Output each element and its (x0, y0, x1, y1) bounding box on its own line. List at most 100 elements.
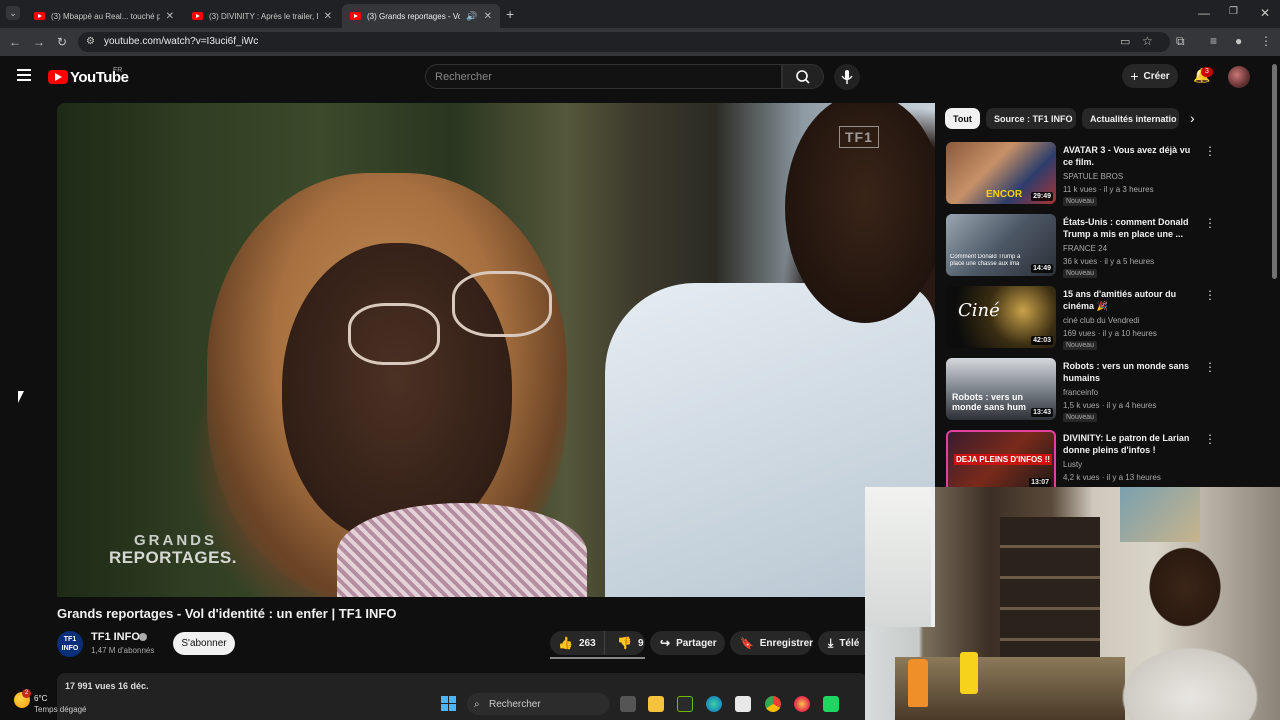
recommendation-title[interactable]: États-Unis : comment Donald Trump a mis … (1063, 216, 1193, 240)
new-badge: Nouveau (1063, 413, 1098, 422)
video-thumbnail[interactable]: Robots : vers un monde sans hum 13:43 (946, 358, 1056, 420)
tab-search-icon[interactable]: ⌄ (6, 6, 20, 20)
dislike-button[interactable]: 👎 9 (611, 636, 644, 650)
weather-temperature[interactable]: 6°C (34, 694, 47, 703)
recommendation-item[interactable]: Comment Donald Trump a place une chasse … (946, 214, 1226, 278)
youtube-logo-icon[interactable] (48, 70, 68, 84)
share-arrow-icon: ↪ (660, 636, 671, 650)
channel-name[interactable]: TF1 INFO (91, 631, 140, 643)
back-icon[interactable]: ← (9, 35, 21, 49)
search-button[interactable] (782, 64, 824, 89)
like-ratio-bar (550, 657, 645, 659)
chip-source-tf1[interactable]: Source : TF1 INFO (986, 108, 1076, 129)
youtube-favicon-icon (350, 12, 361, 20)
chip-all[interactable]: Tout (945, 108, 980, 129)
duration-badge: 14:49 (1031, 264, 1053, 273)
restore-icon[interactable]: ❐ (1229, 6, 1238, 17)
recommendation-title[interactable]: DIVINITY: Le patron de Larian donne plei… (1063, 432, 1193, 456)
video-thumbnail[interactable]: Comment Donald Trump a place une chasse … (946, 214, 1056, 276)
recommendation-channel[interactable]: Lusty (1063, 460, 1082, 469)
chip-international-news[interactable]: Actualités internatio (1082, 108, 1179, 129)
create-button[interactable]: + Créer (1122, 64, 1178, 88)
chevron-right-icon[interactable]: › (1190, 110, 1195, 126)
recommendation-title[interactable]: Robots : vers un monde sans humains (1063, 360, 1193, 384)
hamburger-menu-icon[interactable] (17, 69, 31, 81)
video-thumbnail[interactable]: Ciné 42:03 (946, 286, 1056, 348)
bookmark-icon: 🔖 (740, 637, 754, 650)
speaker-icon[interactable]: 🔊 (466, 11, 477, 22)
webcam-window (865, 487, 935, 627)
recommendation-channel[interactable]: ciné club du Vendredi (1063, 316, 1140, 325)
new-tab-icon[interactable]: + (506, 6, 514, 22)
tab-divinity[interactable]: (3) DIVINITY : Après le trailer, L ✕ (184, 4, 340, 28)
recommendation-item[interactable]: DEJA PLEINS D'INFOS !! 13:07 DIVINITY: L… (946, 430, 1226, 494)
page-scrollbar[interactable] (1272, 64, 1277, 279)
store-icon[interactable] (735, 696, 751, 712)
recommendation-channel[interactable]: SPATULE BROS (1063, 172, 1123, 181)
nvidia-icon[interactable] (677, 696, 693, 712)
more-options-icon[interactable]: ⋮ (1204, 432, 1216, 446)
bookmark-star-icon[interactable]: ☆ (1142, 34, 1153, 48)
recommendation-meta: 36 k vues · il y a 5 heures (1063, 257, 1155, 266)
video-thumbnail[interactable]: DEJA PLEINS D'INFOS !! 13:07 (946, 430, 1056, 492)
video-player[interactable]: TF1 GRANDS REPORTAGES. (57, 103, 935, 597)
cast-icon[interactable]: ▭ (1120, 35, 1130, 48)
file-explorer-icon[interactable] (648, 696, 664, 712)
menu-kebab-icon[interactable]: ⋮ (1260, 34, 1272, 48)
tab-grands-reportages[interactable]: (3) Grands reportages - Vol 🔊 ✕ (342, 4, 500, 28)
windows-start-icon[interactable] (441, 696, 456, 711)
site-info-icon[interactable]: ⚙ (86, 36, 95, 47)
video-thumbnail[interactable]: ENCOR 29:49 (946, 142, 1056, 204)
edge-icon[interactable] (706, 696, 722, 712)
webcam-overlay (865, 487, 1280, 720)
more-options-icon[interactable]: ⋮ (1204, 288, 1216, 302)
minimize-icon[interactable]: — (1198, 6, 1210, 20)
subscribe-button[interactable]: S'abonner (173, 632, 235, 655)
more-options-icon[interactable]: ⋮ (1204, 144, 1216, 158)
forward-icon[interactable]: → (33, 35, 45, 49)
extensions-icon[interactable]: ⧉ (1176, 34, 1185, 49)
mouse-cursor-icon (18, 391, 24, 403)
webcam-person (1090, 547, 1280, 720)
webcam-bottle (908, 659, 928, 707)
profile-icon[interactable]: ● (1235, 34, 1242, 48)
voice-search-button[interactable] (834, 64, 860, 90)
more-options-icon[interactable]: ⋮ (1204, 216, 1216, 230)
chrome-icon[interactable] (765, 696, 781, 712)
weather-description[interactable]: Temps dégagé (34, 705, 86, 714)
close-icon[interactable]: ✕ (166, 11, 174, 22)
save-button[interactable]: 🔖 Enregistrer (730, 631, 813, 655)
taskbar-search[interactable]: ⌕ Rechercher (467, 693, 610, 715)
recommendation-channel[interactable]: FRANCE 24 (1063, 244, 1107, 253)
firefox-icon[interactable] (794, 696, 810, 712)
more-options-icon[interactable]: ⋮ (1204, 360, 1216, 374)
avatar[interactable] (1228, 66, 1250, 88)
tab-mbappe[interactable]: (3) Mbappé au Real... touché p ✕ (26, 4, 182, 28)
search-icon (796, 70, 810, 84)
recommendation-channel[interactable]: franceinfo (1063, 388, 1098, 397)
close-icon[interactable]: ✕ (484, 11, 492, 22)
youtube-favicon-icon (34, 12, 45, 20)
recommendation-item[interactable]: Robots : vers un monde sans hum 13:43 Ro… (946, 358, 1226, 422)
share-button[interactable]: ↪ Partager (650, 631, 725, 655)
show-watermark-line1: GRANDS (134, 532, 218, 549)
webcam-shelf (1000, 517, 1100, 677)
close-window-icon[interactable]: ✕ (1260, 6, 1270, 20)
close-icon[interactable]: ✕ (324, 11, 332, 22)
task-view-icon[interactable] (620, 696, 636, 712)
notification-count-badge: 3 (1201, 67, 1213, 77)
recommendation-item[interactable]: Ciné 42:03 15 ans d'amitiés autour du ci… (946, 286, 1226, 350)
recommendation-title[interactable]: 15 ans d'amitiés autour du cinéma 🎉 (1063, 288, 1193, 312)
search-input[interactable] (425, 64, 782, 89)
channel-logo[interactable]: TF1 INFO (57, 631, 83, 657)
media-icon[interactable]: ≡ (1210, 34, 1217, 48)
recommendation-meta: 4,2 k vues · il y a 13 heures (1063, 473, 1161, 482)
video-frame-glasses (452, 271, 552, 337)
recommendation-title[interactable]: AVATAR 3 - Vous avez déjà vu ce film. (1063, 144, 1193, 168)
reload-icon[interactable]: ↻ (57, 35, 67, 49)
url-text[interactable]: youtube.com/watch?v=I3uci6f_iWc (104, 36, 258, 47)
app-icon[interactable] (823, 696, 839, 712)
recommendation-item[interactable]: ENCOR 29:49 AVATAR 3 - Vous avez déjà vu… (946, 142, 1226, 206)
like-button[interactable]: 👍 263 (550, 631, 605, 655)
recommendation-meta: 169 vues · il y a 10 heures (1063, 329, 1157, 338)
